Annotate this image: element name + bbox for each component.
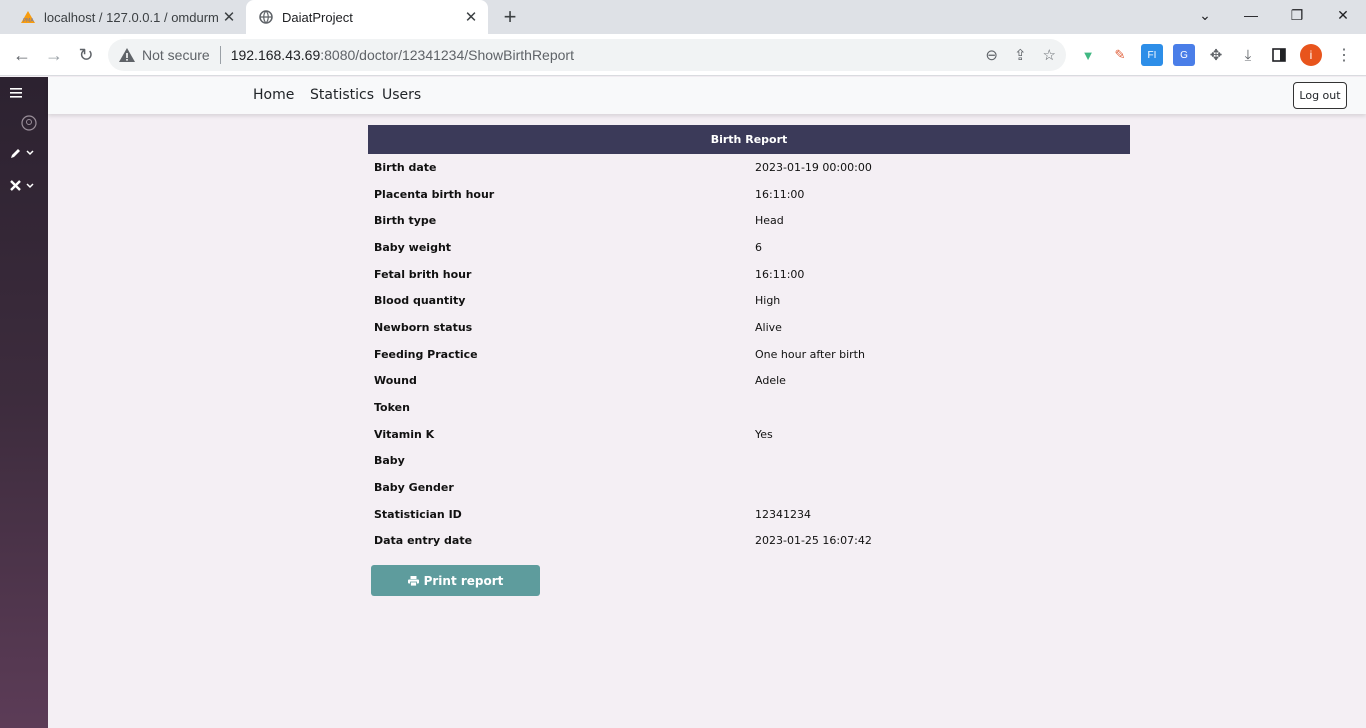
tab-phpmyadmin[interactable]: PMA localhost / 127.0.0.1 / omdurman ✕	[8, 0, 246, 34]
birth-report-table: Birth Report Birth date 2023-01-19 00:00:…	[368, 125, 1130, 554]
table-row: Baby	[368, 448, 1130, 475]
row-value: 12341234	[755, 507, 811, 521]
app-sidebar	[0, 77, 48, 728]
table-row: Vitamin K Yes	[368, 421, 1130, 448]
address-divider	[219, 46, 221, 64]
row-label: Fetal brith hour	[374, 267, 472, 281]
more-menu-icon[interactable]: ⋮	[1333, 44, 1355, 66]
logo-icon	[20, 112, 50, 134]
table-row: Birth date 2023-01-19 00:00:00	[368, 154, 1130, 181]
table-row: Newborn status Alive	[368, 314, 1130, 341]
row-label: Vitamin K	[374, 427, 435, 441]
row-value: 6	[755, 240, 762, 254]
zoom-icon[interactable]: ⊖	[985, 46, 998, 64]
back-icon[interactable]: ←	[9, 42, 35, 68]
row-value: High	[755, 294, 781, 308]
omnibox-actions: ⊖ ⇪ ☆	[985, 39, 1056, 71]
address-bar[interactable]: Not secure 192.168.43.69:8080/doctor/123…	[108, 39, 1066, 71]
vue-devtools-icon[interactable]: ▼	[1077, 44, 1099, 66]
row-label: Data entry date	[374, 534, 473, 548]
url-path: :8080/doctor/12341234/ShowBirthReport	[320, 47, 574, 63]
url-host: 192.168.43.69	[230, 47, 321, 63]
table-row: Birth type Head	[368, 207, 1130, 234]
row-label: Feeding Practice	[374, 347, 478, 361]
table-row: Baby Gender	[368, 474, 1130, 501]
warning-icon	[119, 48, 135, 62]
close-window-button[interactable]: ✕	[1320, 0, 1366, 30]
row-value: 16:11:00	[755, 187, 805, 201]
tab-search-icon[interactable]: ⌄	[1182, 0, 1228, 30]
tab-title: DaiatProject	[282, 9, 353, 25]
globe-icon	[258, 9, 274, 25]
table-row: Placenta birth hour 16:11:00	[368, 181, 1130, 208]
row-label: Birth type	[374, 214, 437, 228]
close-tab-icon[interactable]: ✕	[460, 8, 482, 26]
row-label: Birth date	[374, 160, 437, 174]
row-label: Newborn status	[374, 320, 473, 334]
table-row: Wound Adele	[368, 368, 1130, 395]
extensions-puzzle-icon[interactable]: ✥	[1205, 44, 1227, 66]
translate-icon[interactable]: G	[1173, 44, 1195, 66]
row-label: Placenta birth hour	[374, 187, 495, 201]
row-value: One hour after birth	[755, 347, 865, 361]
row-value: 16:11:00	[755, 267, 805, 281]
tools-icon[interactable]	[10, 175, 40, 197]
reload-icon[interactable]: ↻	[73, 42, 99, 68]
table-row: Data entry date 2023-01-25 16:07:42	[368, 528, 1130, 555]
not-secure-label[interactable]: Not secure	[142, 47, 210, 63]
row-label: Baby	[374, 454, 405, 468]
table-row: Feeding Practice One hour after birth	[368, 341, 1130, 368]
printer-icon	[407, 575, 419, 586]
tab-title: localhost / 127.0.0.1 / omdurman	[44, 9, 218, 25]
pencil-icon[interactable]	[10, 142, 40, 164]
forward-icon[interactable]: →	[41, 42, 67, 68]
report-title: Birth Report	[368, 125, 1130, 154]
table-row: Baby weight 6	[368, 234, 1130, 261]
nav-statistics[interactable]: Statistics	[310, 87, 374, 103]
browser-tabstrip: PMA localhost / 127.0.0.1 / omdurman ✕ D…	[0, 0, 1366, 34]
minimize-button[interactable]: —	[1228, 0, 1274, 30]
row-value: Yes	[755, 427, 773, 441]
row-label: Baby weight	[374, 240, 452, 254]
table-row: Token	[368, 394, 1130, 421]
row-value: 2023-01-19 00:00:00	[755, 160, 872, 174]
close-tab-icon[interactable]: ✕	[218, 8, 240, 26]
nav-home[interactable]: Home	[253, 87, 294, 103]
print-report-label: Print report	[423, 573, 504, 588]
row-label: Token	[374, 401, 410, 415]
restore-button[interactable]: ❐	[1274, 0, 1320, 30]
nav-users[interactable]: Users	[382, 87, 421, 103]
menu-icon[interactable]	[10, 82, 40, 104]
side-panel-icon[interactable]	[1268, 44, 1290, 66]
phpmyadmin-icon: PMA	[20, 9, 36, 25]
row-value: Alive	[755, 320, 782, 334]
extension-fi-icon[interactable]: FI	[1141, 44, 1163, 66]
table-row: Statistician ID 12341234	[368, 501, 1130, 528]
table-row: Fetal brith hour 16:11:00	[368, 261, 1130, 288]
profile-avatar[interactable]: i	[1300, 44, 1322, 66]
report-rows: Birth date 2023-01-19 00:00:00 Placenta bi…	[368, 154, 1130, 554]
row-value: 2023-01-25 16:07:42	[755, 534, 872, 548]
download-icon[interactable]: ⤓	[1237, 44, 1259, 66]
table-row: Blood quantity High	[368, 287, 1130, 314]
row-label: Wound	[374, 374, 417, 388]
row-label: Statistician ID	[374, 507, 462, 521]
row-label: Blood quantity	[374, 294, 466, 308]
logout-button[interactable]: Log out	[1293, 82, 1347, 109]
row-value: Adele	[755, 374, 786, 388]
bookmark-star-icon[interactable]: ☆	[1043, 46, 1056, 64]
share-icon[interactable]: ⇪	[1014, 46, 1027, 64]
row-label: Baby Gender	[374, 481, 454, 495]
svg-text:PMA: PMA	[23, 18, 34, 24]
color-picker-icon[interactable]: ✎	[1109, 44, 1131, 66]
row-value: Head	[755, 214, 784, 228]
tab-daiatproject[interactable]: DaiatProject ✕	[246, 0, 488, 34]
new-tab-button[interactable]: +	[498, 4, 522, 30]
browser-toolbar: ← → ↻ Not secure 192.168.43.69:8080/doct…	[0, 34, 1366, 76]
app-navbar: Home Statistics Users Log out	[48, 77, 1366, 114]
print-report-button[interactable]: Print report	[371, 565, 540, 596]
